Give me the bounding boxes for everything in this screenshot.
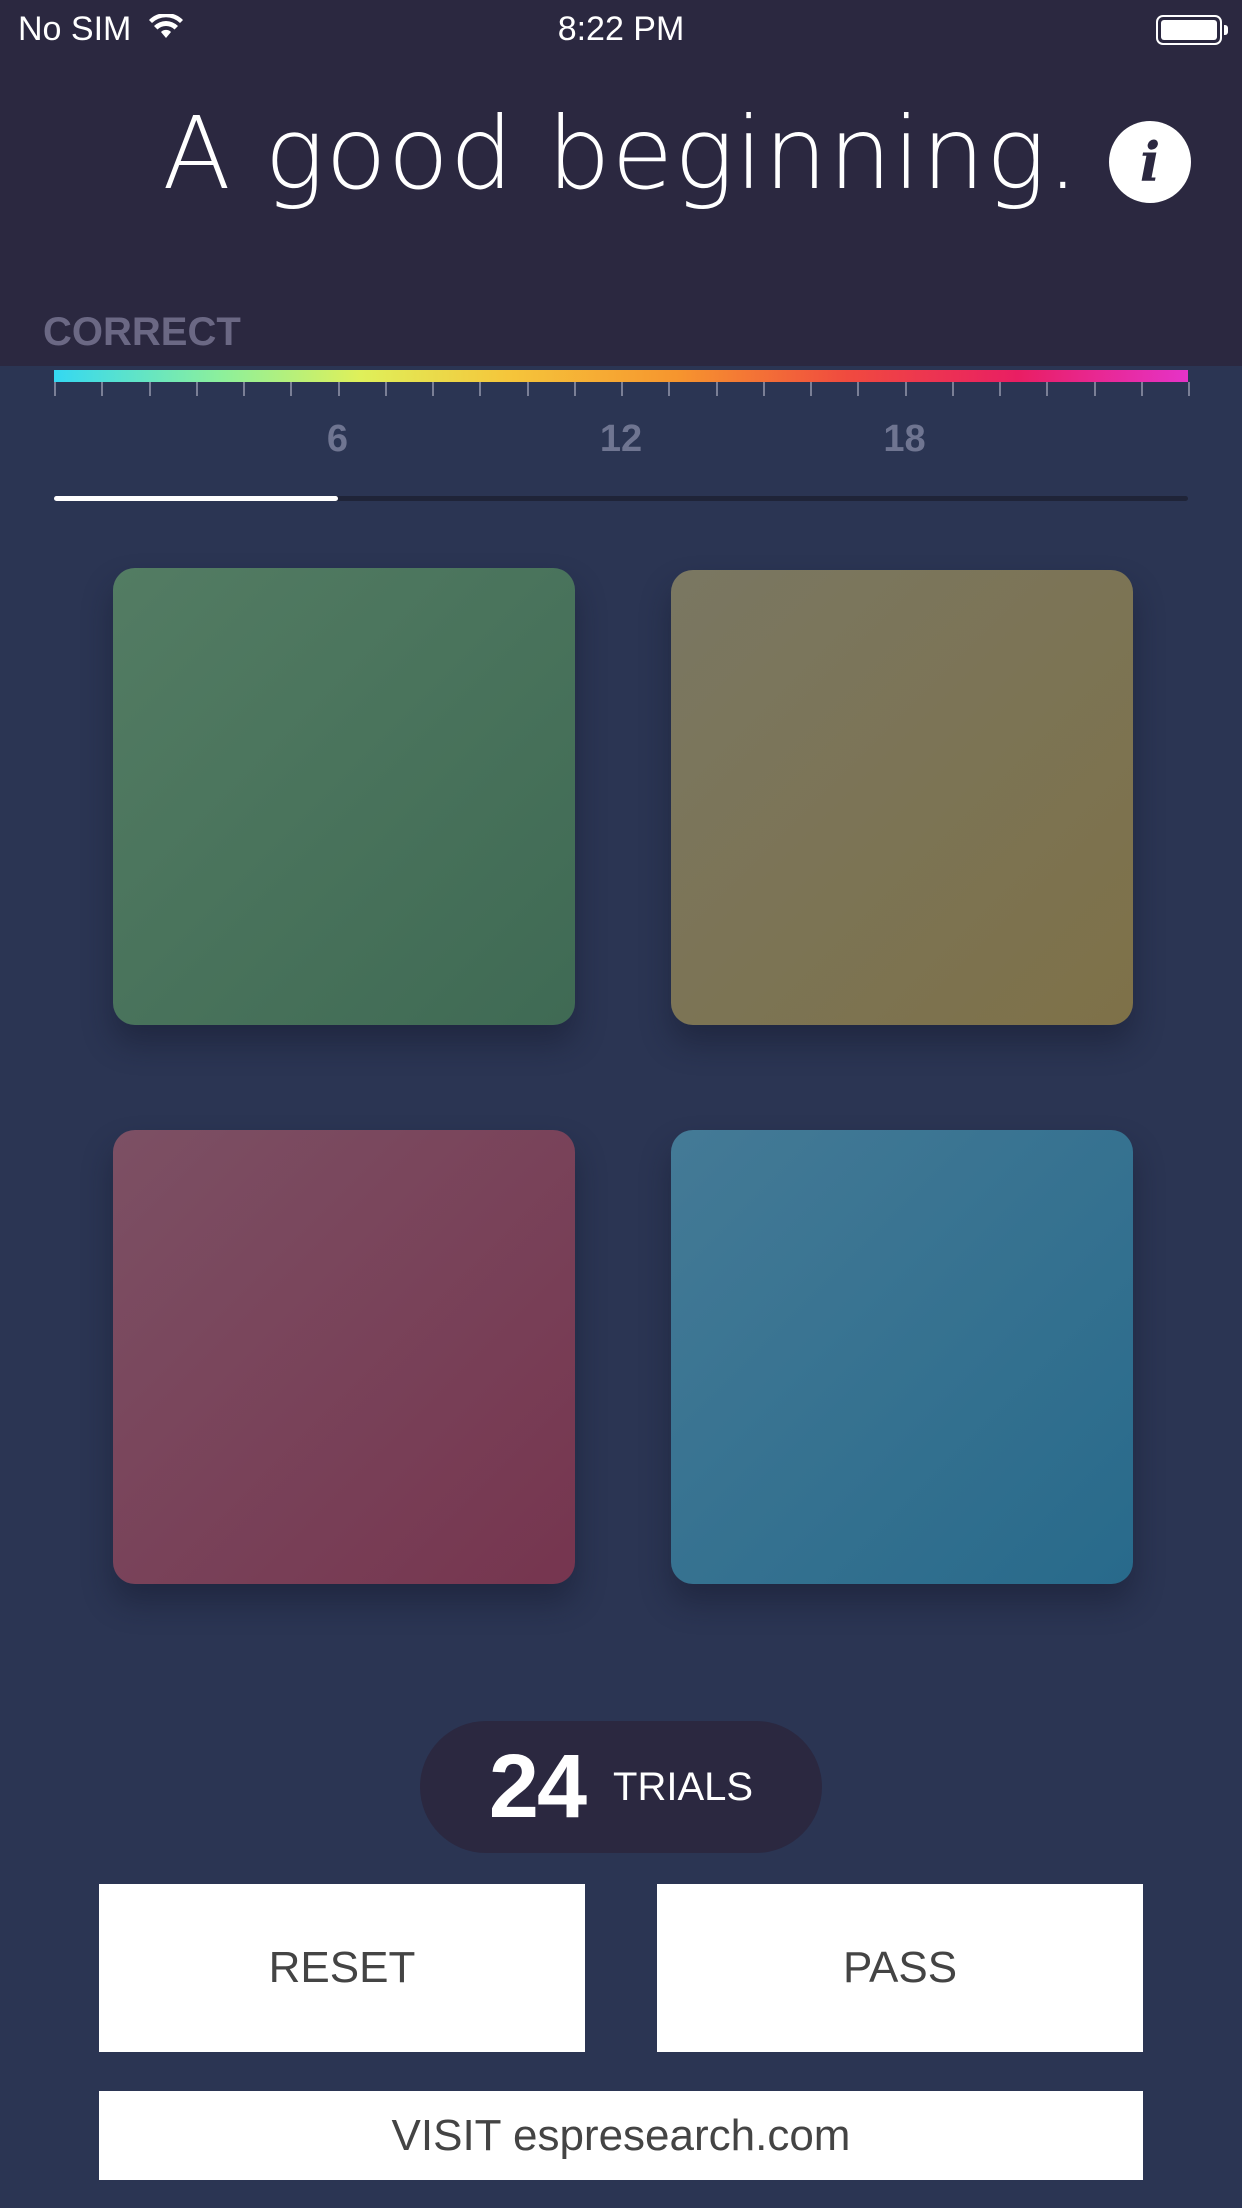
- tick-label: 12: [599, 418, 643, 460]
- scale-ticks: [54, 382, 1190, 402]
- scale-tick: [716, 382, 718, 396]
- scale-tick: [621, 382, 623, 396]
- tick-label: 6: [326, 418, 349, 460]
- battery-level: [1161, 20, 1217, 40]
- progress-track: [54, 496, 1188, 501]
- scale-tick: [338, 382, 340, 396]
- scale-tick: [149, 382, 151, 396]
- status-time: 8:22 PM: [557, 10, 685, 48]
- scale-tick: [243, 382, 245, 396]
- scale-tick: [527, 382, 529, 396]
- trials-counter: 24 TRIALS: [420, 1721, 822, 1853]
- scale-tick: [479, 382, 481, 396]
- reset-button[interactable]: RESET: [99, 1884, 585, 2052]
- scale-tick: [432, 382, 434, 396]
- scale-tick: [857, 382, 859, 396]
- scale-tick: [1188, 382, 1190, 396]
- scale-tick: [1046, 382, 1048, 396]
- visit-website-button[interactable]: VISIT espresearch.com: [99, 2091, 1143, 2180]
- scale-tick: [905, 382, 907, 396]
- scale-tick: [1141, 382, 1143, 396]
- tick-label: 18: [883, 418, 926, 460]
- color-tile-olive[interactable]: [671, 570, 1133, 1025]
- scale-tick: [952, 382, 954, 396]
- color-spectrum-bar: [54, 370, 1188, 382]
- scale-tick: [668, 382, 670, 396]
- scale-tick: [999, 382, 1001, 396]
- info-glyph: i: [1139, 130, 1161, 194]
- scale-tick: [763, 382, 765, 396]
- scale-tick: [1094, 382, 1096, 396]
- pass-button[interactable]: PASS: [657, 1884, 1143, 2052]
- scale-tick: [290, 382, 292, 396]
- scale-tick: [385, 382, 387, 396]
- trials-label: TRIALS: [613, 1764, 754, 1809]
- page-title: A good beginning.: [162, 95, 1080, 212]
- scale-tick: [810, 382, 812, 396]
- correct-label: CORRECT: [43, 310, 241, 354]
- color-tile-green[interactable]: [113, 568, 575, 1025]
- scale-tick: [574, 382, 576, 396]
- battery-icon: [1156, 15, 1228, 45]
- scale-tick: [101, 382, 103, 396]
- info-icon[interactable]: i: [1109, 121, 1191, 203]
- status-bar: No SIM 8:22 PM: [0, 0, 1242, 62]
- trials-count: 24: [488, 1736, 587, 1837]
- progress-fill: [54, 496, 338, 501]
- color-tile-maroon[interactable]: [113, 1130, 575, 1584]
- color-tile-blue[interactable]: [671, 1130, 1133, 1584]
- scale-tick: [54, 382, 56, 396]
- scale-tick: [196, 382, 198, 396]
